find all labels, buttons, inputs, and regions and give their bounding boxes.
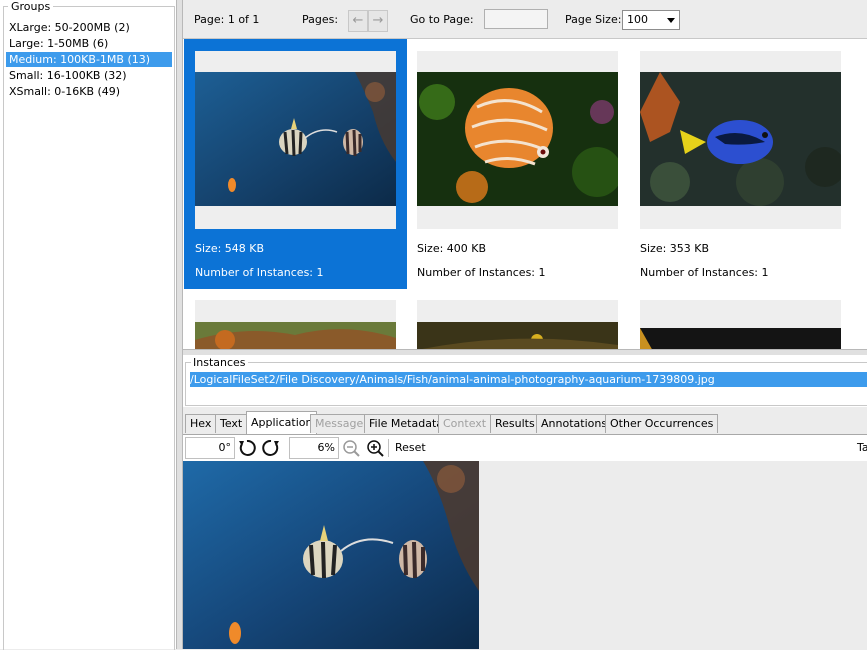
- group-item-large[interactable]: Large: 1-50MB (6): [6, 36, 172, 51]
- thumbnail-tile[interactable]: Size: 353 KB Number of Instances: 1: [629, 39, 852, 289]
- tile-instances: Number of Instances: 1: [195, 266, 324, 279]
- page-size-select[interactable]: 100: [622, 10, 680, 30]
- thumbnail-tile[interactable]: Size: 548 KB Number of Instances: 1: [184, 39, 407, 289]
- tab-context[interactable]: Context: [438, 414, 492, 433]
- zoom-in-icon[interactable]: [365, 438, 385, 458]
- image-viewer-toolbar: 0° 6% Reset Ta: [183, 435, 867, 461]
- groups-box: [3, 6, 175, 650]
- thumbnail-tile[interactable]: [406, 300, 629, 349]
- instances-title: Instances: [191, 356, 248, 369]
- tab-message[interactable]: Message: [310, 414, 369, 433]
- thumbnail-frame: [417, 300, 618, 349]
- chevron-down-icon: [667, 18, 675, 23]
- paging-toolbar: Page: 1 of 1 Pages: ← → Go to Page: Page…: [183, 0, 867, 39]
- thumbnail-frame: [417, 51, 618, 229]
- page-size-label: Page Size:: [565, 13, 622, 26]
- tile-instances: Number of Instances: 1: [417, 266, 546, 279]
- arrow-right-icon: →: [372, 13, 384, 28]
- thumbnail-tile[interactable]: Size: 400 KB Number of Instances: 1: [406, 39, 629, 289]
- tile-size: Size: 353 KB: [640, 242, 710, 255]
- tab-file-metadata[interactable]: File Metadata: [364, 414, 448, 433]
- angelfish-preview-image: [183, 461, 479, 649]
- tab-application[interactable]: Application: [246, 411, 318, 434]
- pages-label: Pages:: [302, 13, 339, 26]
- instances-panel: Instances /LogicalFileSet2/File Discover…: [183, 355, 867, 407]
- toolbar-divider: [388, 439, 389, 457]
- angelfish-thumbnail-image: [195, 72, 396, 206]
- rotate-right-icon[interactable]: [261, 438, 281, 458]
- page-indicator: Page: 1 of 1: [194, 13, 260, 26]
- discus-thumbnail-image: [417, 72, 618, 206]
- thumbnail-grid: Size: 548 KB Number of Instances: 1 Size…: [183, 39, 867, 349]
- tab-text[interactable]: Text: [215, 414, 248, 433]
- goto-page-input[interactable]: [484, 9, 548, 29]
- tile-size: Size: 400 KB: [417, 242, 487, 255]
- group-item-small[interactable]: Small: 16-100KB (32): [6, 68, 172, 83]
- tile-size: Size: 548 KB: [195, 242, 265, 255]
- zoom-out-icon[interactable]: [341, 438, 361, 458]
- prev-page-button[interactable]: ←: [348, 10, 368, 32]
- page-size-value: 100: [627, 13, 648, 26]
- thumbnail-tile[interactable]: [629, 300, 852, 349]
- zoom-field[interactable]: 6%: [289, 437, 339, 459]
- reset-button[interactable]: Reset: [395, 441, 426, 454]
- truncated-label: Ta: [857, 441, 867, 454]
- arrow-left-icon: ←: [352, 13, 364, 28]
- next-page-button[interactable]: →: [368, 10, 388, 32]
- image-viewer: [183, 461, 867, 649]
- thumbnail-frame: [640, 51, 841, 229]
- thumbnail-frame: [195, 51, 396, 229]
- goto-page-label: Go to Page:: [410, 13, 474, 26]
- thumbnail-tile[interactable]: [184, 300, 407, 349]
- rotate-left-icon[interactable]: [237, 438, 257, 458]
- thumbnail-frame: [195, 300, 396, 349]
- groups-title: Groups: [8, 0, 54, 13]
- group-item-xlarge[interactable]: XLarge: 50-200MB (2): [6, 20, 172, 35]
- content-viewer-tabs: Hex Text Application Message File Metada…: [183, 407, 867, 435]
- tab-annotations[interactable]: Annotations: [536, 414, 613, 433]
- tab-other-occurrences[interactable]: Other Occurrences: [605, 414, 719, 433]
- thumbnail-frame: [640, 300, 841, 349]
- group-item-medium[interactable]: Medium: 100KB-1MB (13): [6, 52, 172, 67]
- tile-instances: Number of Instances: 1: [640, 266, 769, 279]
- rotation-field[interactable]: 0°: [185, 437, 235, 459]
- group-item-xsmall[interactable]: XSmall: 0-16KB (49): [6, 84, 172, 99]
- groups-panel: Groups XLarge: 50-200MB (2) Large: 1-50M…: [0, 0, 177, 650]
- tab-hex[interactable]: Hex: [185, 414, 217, 433]
- tab-results[interactable]: Results: [490, 414, 540, 433]
- instance-path-row[interactable]: /LogicalFileSet2/File Discovery/Animals/…: [190, 372, 867, 387]
- blue-tang-thumbnail-image: [640, 72, 841, 206]
